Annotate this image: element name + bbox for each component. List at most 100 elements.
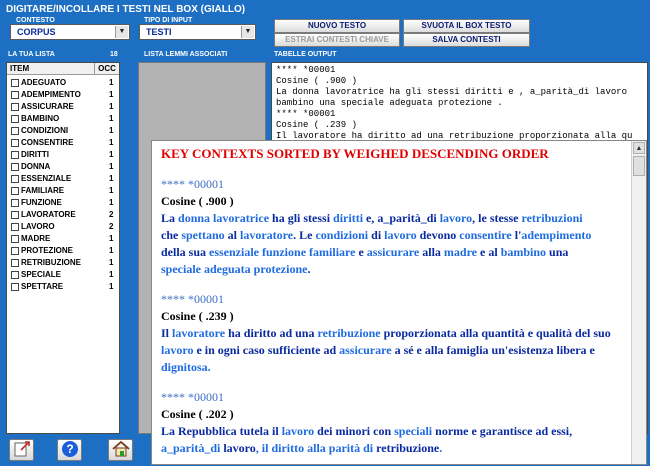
item-checkbox[interactable] <box>11 163 19 171</box>
nuovo-testo-button[interactable]: NUOVO TESTO <box>274 19 400 33</box>
item-checkbox[interactable] <box>11 211 19 219</box>
list-item[interactable]: SPETTARE 1 <box>7 281 119 293</box>
item-label: ADEMPIMENTO <box>21 90 81 99</box>
item-checkbox[interactable] <box>11 199 19 207</box>
list-item[interactable]: SPECIALE 1 <box>7 269 119 281</box>
export-button[interactable] <box>9 439 34 461</box>
list-item[interactable]: ADEMPIMENTO 1 <box>7 89 119 101</box>
item-checkbox[interactable] <box>11 91 19 99</box>
list-item[interactable]: ASSICURARE 1 <box>7 101 119 113</box>
list-item[interactable]: FAMILIARE 1 <box>7 185 119 197</box>
context-cosine: Cosine ( .900 ) <box>161 194 234 208</box>
item-occ: 1 <box>109 126 114 135</box>
chevron-down-icon[interactable]: ▼ <box>241 26 254 38</box>
item-column-header[interactable]: ITEM <box>7 63 95 75</box>
list-item[interactable]: MADRE 1 <box>7 233 119 245</box>
list-item[interactable]: RETRIBUZIONE 1 <box>7 257 119 269</box>
tipo-input-select[interactable]: TESTI ▼ <box>139 24 256 40</box>
item-label: PROTEZIONE <box>21 246 74 255</box>
item-checkbox[interactable] <box>11 151 19 159</box>
context-text: alla <box>419 245 444 259</box>
item-checkbox[interactable] <box>11 187 19 195</box>
item-checkbox[interactable] <box>11 247 19 255</box>
chevron-down-icon[interactable]: ▼ <box>115 26 128 38</box>
svg-text:?: ? <box>66 442 73 456</box>
list-item[interactable]: LAVORATORE 2 <box>7 209 119 221</box>
highlighted-word: protezione <box>253 262 308 276</box>
item-occ: 1 <box>109 114 114 123</box>
contesto-select[interactable]: CORPUS ▼ <box>10 24 130 40</box>
item-checkbox[interactable] <box>11 79 19 87</box>
popup-scrollbar[interactable]: ▲ <box>631 141 646 464</box>
export-icon <box>14 441 30 457</box>
highlighted-word: , il diritto alla parità di <box>255 441 377 455</box>
item-checkbox[interactable] <box>11 271 19 279</box>
item-checkbox[interactable] <box>11 283 19 291</box>
app-title: DIGITARE/INCOLLARE I TESTI NEL BOX (GIAL… <box>6 4 246 15</box>
context-text: . Le <box>293 228 316 242</box>
svuota-box-button[interactable]: SVUOTA IL BOX TESTO <box>403 19 530 33</box>
home-button[interactable] <box>108 439 133 461</box>
context-line: a_parità_di lavoro, il diritto alla pari… <box>161 441 442 456</box>
list-item[interactable]: LAVORO 2 <box>7 221 119 233</box>
item-occ: 1 <box>109 174 114 183</box>
item-label: FAMILIARE <box>21 186 65 195</box>
list-item[interactable]: CONDIZIONI 1 <box>7 125 119 137</box>
highlighted-word: lavoratore <box>240 228 294 242</box>
item-checkbox[interactable] <box>11 235 19 243</box>
item-checkbox[interactable] <box>11 115 19 123</box>
output-line: La donna lavoratrice ha gli stessi dirit… <box>276 87 628 97</box>
item-label: DONNA <box>21 162 51 171</box>
output-line: Cosine ( .900 ) <box>276 76 358 86</box>
item-label: BAMBINO <box>21 114 60 123</box>
occ-column-header[interactable]: OCC <box>95 63 119 75</box>
item-occ: 1 <box>109 198 114 207</box>
item-occ: 1 <box>109 150 114 159</box>
highlighted-word: lavoratrice <box>213 211 270 225</box>
context-text: ha diritto ad una <box>225 326 318 340</box>
help-button[interactable]: ? <box>57 439 82 461</box>
context-line: della sua essenziale funzione familiare … <box>161 245 568 260</box>
item-occ: 1 <box>109 186 114 195</box>
item-label: SPECIALE <box>21 270 62 279</box>
word-list[interactable]: ITEM OCC ADEGUATO 1 ADEMPIMENTO 1 ASSICURARE… <box>6 62 120 434</box>
list-item[interactable]: ADEGUATO 1 <box>7 77 119 89</box>
item-checkbox[interactable] <box>11 127 19 135</box>
highlighted-word: lavoro <box>439 211 473 225</box>
highlighted-word: speciali <box>394 424 433 438</box>
list-item[interactable]: PROTEZIONE 1 <box>7 245 119 257</box>
context-text: e <box>355 245 367 259</box>
scroll-thumb[interactable] <box>633 156 645 176</box>
item-checkbox[interactable] <box>11 103 19 111</box>
contesto-label: CONTESTO <box>16 17 55 24</box>
context-text: dei minori con <box>314 424 395 438</box>
item-label: ASSICURARE <box>21 102 74 111</box>
highlighted-word: lavoro <box>384 228 417 242</box>
item-checkbox[interactable] <box>11 139 19 147</box>
item-checkbox[interactable] <box>11 175 19 183</box>
list-item[interactable]: BAMBINO 1 <box>7 113 119 125</box>
item-label: RETRIBUZIONE <box>21 258 81 267</box>
list-item[interactable]: FUNZIONE 1 <box>7 197 119 209</box>
highlighted-word: spettano <box>181 228 225 242</box>
highlighted-word: consentire <box>459 228 512 242</box>
item-checkbox[interactable] <box>11 223 19 231</box>
highlighted-word: . <box>439 441 443 455</box>
list-item[interactable]: DIRITTI 1 <box>7 149 119 161</box>
list-item[interactable]: CONSENTIRE 1 <box>7 137 119 149</box>
highlighted-word: donna <box>178 211 211 225</box>
context-text: e, a_parità_di <box>363 211 440 225</box>
salva-contesti-button[interactable]: SALVA CONTESTI <box>403 33 530 47</box>
highlighted-word: retribuzione <box>317 326 381 340</box>
scroll-up-icon[interactable]: ▲ <box>633 142 645 154</box>
estrai-contesti-button[interactable]: ESTRAI CONTESTI CHIAVE <box>274 33 400 47</box>
item-checkbox[interactable] <box>11 259 19 267</box>
context-line: La Repubblica tutela il lavoro dei minor… <box>161 424 572 439</box>
context-line: che spettano al lavoratore. Le condizion… <box>161 228 591 243</box>
item-label: CONDIZIONI <box>21 126 69 135</box>
tua-lista-count: 18 <box>110 51 118 58</box>
list-item[interactable]: ESSENZIALE 1 <box>7 173 119 185</box>
highlighted-word: adempimento <box>521 228 592 242</box>
key-contexts-window[interactable]: KEY CONTEXTS SORTED BY WEIGHED DESCENDIN… <box>151 140 647 465</box>
list-item[interactable]: DONNA 1 <box>7 161 119 173</box>
